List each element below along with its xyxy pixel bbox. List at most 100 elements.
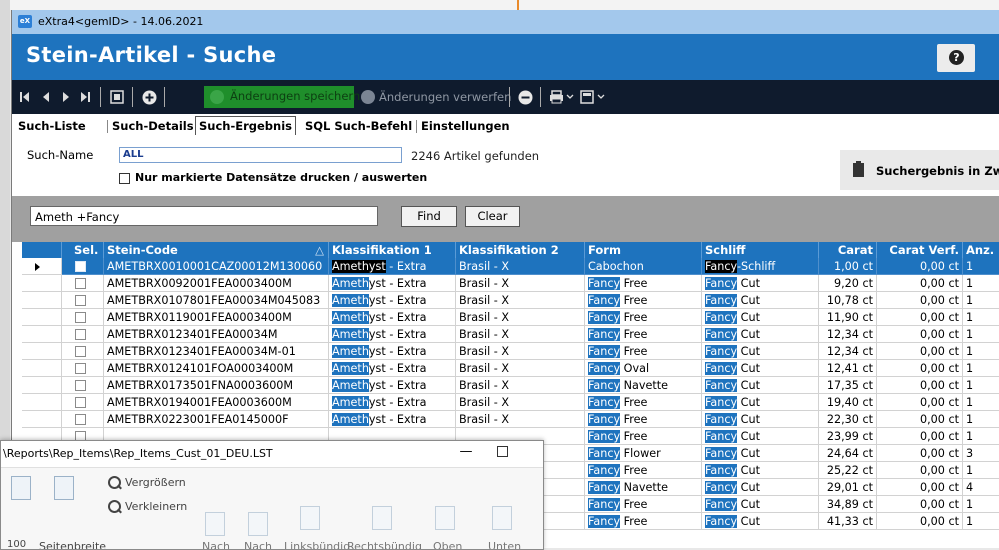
row-select-checkbox[interactable] <box>75 380 86 391</box>
klassifikation-1-cell[interactable]: Amethyst - Extra <box>329 411 456 428</box>
column-header-klassifikation-2[interactable]: Klassifikation 2 <box>456 242 585 258</box>
stein-code-cell[interactable]: AMETBRX0223001FEA0145000F <box>104 411 329 428</box>
form-cell[interactable]: Fancy Free <box>585 513 702 530</box>
discard-changes-button[interactable]: Änderungen verwerfen <box>379 90 511 104</box>
minimize-button[interactable]: — <box>456 441 476 463</box>
filter-input[interactable]: Ameth +Fancy <box>30 206 378 226</box>
suchergebnis-button[interactable]: Suchergebnis in Zw <box>840 150 999 190</box>
stein-code-cell[interactable]: AMETBRX0173501FNA0003600M <box>104 377 329 394</box>
stein-code-cell[interactable]: AMETBRX0124101FOA0003400M <box>104 360 329 377</box>
form-cell[interactable]: Fancy Oval <box>585 360 702 377</box>
carat-verf-cell[interactable]: 0,00 ct <box>877 496 963 513</box>
nach-button-2[interactable]: Nach <box>244 540 272 549</box>
anz-cell[interactable]: 1 <box>963 496 999 513</box>
schliff-cell[interactable]: Fancy Cut <box>702 462 819 479</box>
carat-verf-cell[interactable]: 0,00 ct <box>877 428 963 445</box>
klassifikation-1-cell[interactable]: Amethyst - Extra <box>329 377 456 394</box>
last-record-icon[interactable] <box>80 91 90 103</box>
anz-cell[interactable]: 1 <box>963 428 999 445</box>
row-indicator[interactable] <box>22 360 62 377</box>
form-cell[interactable]: Fancy Free <box>585 275 702 292</box>
align-right-icon[interactable] <box>372 506 392 530</box>
column-header-carat[interactable]: Carat <box>819 242 877 258</box>
klassifikation-2-cell[interactable]: Brasil - X <box>456 394 585 411</box>
anz-cell[interactable]: 1 <box>963 513 999 530</box>
carat-cell[interactable]: 12,34 ct <box>819 343 877 360</box>
row-indicator[interactable] <box>22 309 62 326</box>
column-header-anz[interactable]: Anz. <box>963 242 999 258</box>
schliff-cell[interactable]: Fancy Cut <box>702 309 819 326</box>
klassifikation-2-cell[interactable]: Brasil - X <box>456 258 585 275</box>
anz-cell[interactable]: 1 <box>963 377 999 394</box>
form-cell[interactable]: Fancy Free <box>585 428 702 445</box>
row-select-checkbox[interactable] <box>75 346 86 357</box>
klassifikation-1-cell[interactable]: Amethyst - Extra <box>329 258 456 275</box>
delete-icon[interactable] <box>518 90 533 105</box>
page-width-label[interactable]: Seitenbreite <box>39 540 106 549</box>
carat-verf-cell[interactable]: 0,00 ct <box>877 394 963 411</box>
list-view-icon[interactable] <box>110 90 124 104</box>
sel-cell[interactable] <box>62 275 104 292</box>
maximize-button[interactable] <box>497 446 508 457</box>
schliff-cell[interactable]: Fancy Cut <box>702 292 819 309</box>
schliff-cell[interactable]: Fancy Cut <box>702 428 819 445</box>
sel-cell[interactable] <box>62 411 104 428</box>
klassifikation-2-cell[interactable]: Brasil - X <box>456 360 585 377</box>
right-align-button[interactable]: Rechtsbündig <box>347 540 422 549</box>
table-row[interactable]: AMETBRX0010001CAZ00012M130060 Amethyst - … <box>22 258 999 275</box>
klassifikation-2-cell[interactable]: Brasil - X <box>456 309 585 326</box>
row-indicator[interactable] <box>22 292 62 309</box>
form-cell[interactable]: Fancy Free <box>585 309 702 326</box>
form-cell[interactable]: Fancy Free <box>585 292 702 309</box>
carat-cell[interactable]: 12,41 ct <box>819 360 877 377</box>
schliff-cell[interactable]: Fancy Cut <box>702 479 819 496</box>
tab-such-ergebnis[interactable]: Such-Ergebnis <box>195 116 297 135</box>
klassifikation-2-cell[interactable]: Brasil - X <box>456 275 585 292</box>
klassifikation-1-cell[interactable]: Amethyst - Extra <box>329 309 456 326</box>
anz-cell[interactable]: 1 <box>963 292 999 309</box>
stein-code-cell[interactable]: AMETBRX0123401FEA00034M-01 <box>104 343 329 360</box>
bottom-align-button[interactable]: Unten <box>488 540 521 549</box>
table-row[interactable]: AMETBRX0107801FEA00034M045083 Amethyst - … <box>22 292 999 309</box>
tab-sql-such-befehl[interactable]: SQL Such-Befehl <box>305 117 412 135</box>
row-select-checkbox[interactable] <box>75 295 86 306</box>
nach-button-1[interactable]: Nach <box>202 540 230 549</box>
row-indicator[interactable] <box>22 326 62 343</box>
print-marked-checkbox[interactable] <box>119 173 130 184</box>
carat-cell[interactable]: 19,40 ct <box>819 394 877 411</box>
window-titlebar[interactable]: eX eXtra4<gemID> - 14.06.2021 <box>12 10 999 34</box>
klassifikation-2-cell[interactable]: Brasil - X <box>456 292 585 309</box>
tab-such-liste[interactable]: Such-Liste <box>18 117 86 135</box>
klassifikation-1-cell[interactable]: Amethyst - Extra <box>329 326 456 343</box>
sel-cell[interactable] <box>62 394 104 411</box>
row-indicator[interactable] <box>22 343 62 360</box>
anz-cell[interactable]: 4 <box>963 479 999 496</box>
schliff-cell[interactable]: Fancy Cut <box>702 496 819 513</box>
carat-cell[interactable]: 22,30 ct <box>819 411 877 428</box>
schliff-cell[interactable]: Fancy Cut <box>702 394 819 411</box>
carat-cell[interactable]: 12,34 ct <box>819 326 877 343</box>
row-select-checkbox[interactable] <box>75 261 86 272</box>
row-select-checkbox[interactable] <box>75 278 86 289</box>
export-icon[interactable] <box>580 90 606 104</box>
first-record-icon[interactable] <box>20 91 30 103</box>
anz-cell[interactable]: 1 <box>963 326 999 343</box>
anz-cell[interactable]: 1 <box>963 275 999 292</box>
top-align-button[interactable]: Oben <box>433 540 462 549</box>
sel-cell[interactable] <box>62 309 104 326</box>
row-indicator[interactable] <box>22 275 62 292</box>
next-record-icon[interactable] <box>62 91 70 103</box>
carat-cell[interactable]: 41,33 ct <box>819 513 877 530</box>
stein-code-cell[interactable]: AMETBRX0194001FEA0003600M <box>104 394 329 411</box>
klassifikation-1-cell[interactable]: Amethyst - Extra <box>329 343 456 360</box>
carat-verf-cell[interactable]: 0,00 ct <box>877 258 963 275</box>
row-indicator[interactable] <box>22 258 62 275</box>
anz-cell[interactable]: 1 <box>963 309 999 326</box>
align-bottom-icon[interactable] <box>492 506 512 530</box>
klassifikation-2-cell[interactable]: Brasil - X <box>456 343 585 360</box>
left-align-button[interactable]: Linksbündig <box>284 540 350 549</box>
column-header-schliff[interactable]: Schliff <box>702 242 819 258</box>
carat-verf-cell[interactable]: 0,00 ct <box>877 377 963 394</box>
tab-such-details[interactable]: Such-Details <box>112 117 194 135</box>
table-row[interactable]: AMETBRX0092001FEA0003400M Amethyst - Extr… <box>22 275 999 292</box>
